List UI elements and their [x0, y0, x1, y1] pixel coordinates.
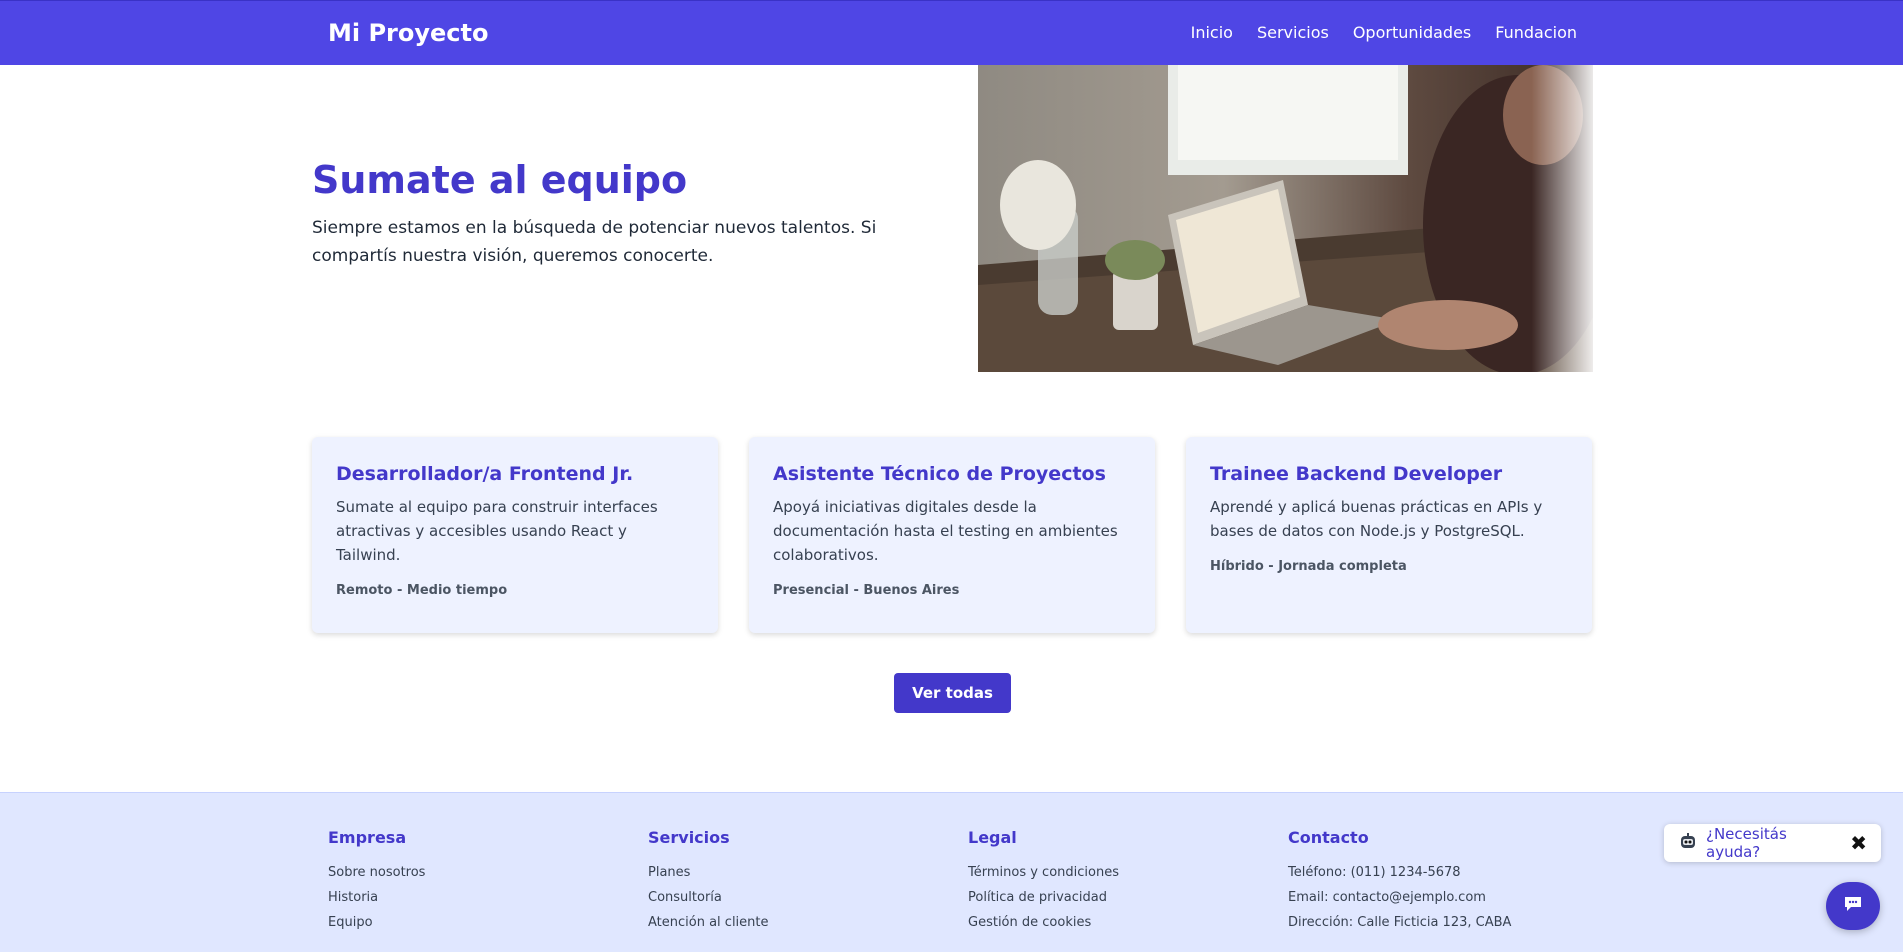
- job-meta: Remoto - Medio tiempo: [336, 583, 508, 598]
- site-footer: Empresa Sobre nosotros Historia Equipo S…: [0, 792, 1903, 952]
- brand-logo[interactable]: Mi Proyecto: [328, 19, 489, 47]
- job-title[interactable]: Asistente Técnico de Proyectos: [773, 463, 1131, 485]
- footer-column-legal: Legal Términos y condiciones Política de…: [968, 828, 1119, 940]
- job-title[interactable]: Desarrollador/a Frontend Jr.: [336, 463, 694, 485]
- footer-contact-item: Dirección: Calle Ficticia 123, CABA: [1288, 915, 1512, 930]
- close-icon[interactable]: ✖: [1850, 831, 1867, 855]
- footer-link[interactable]: Historia: [328, 890, 425, 905]
- footer-column-title: Servicios: [648, 828, 730, 847]
- chat-launcher-button[interactable]: [1826, 882, 1880, 930]
- help-tooltip[interactable]: ¿Necesitás ayuda? ✖: [1664, 824, 1881, 862]
- footer-link[interactable]: Términos y condiciones: [968, 865, 1119, 880]
- footer-link[interactable]: Política de privacidad: [968, 890, 1119, 905]
- job-card[interactable]: Desarrollador/a Frontend Jr. Sumate al e…: [312, 437, 718, 633]
- footer-link[interactable]: Consultoría: [648, 890, 769, 905]
- job-title[interactable]: Trainee Backend Developer: [1210, 463, 1568, 485]
- job-card[interactable]: Asistente Técnico de Proyectos Apoyá ini…: [749, 437, 1155, 633]
- chat-icon: [1843, 895, 1863, 917]
- top-navbar: Mi Proyecto Inicio Servicios Oportunidad…: [0, 0, 1903, 65]
- hero-image: [978, 65, 1593, 372]
- nav-link-fundacion[interactable]: Fundacion: [1495, 23, 1577, 42]
- nav-link-oportunidades[interactable]: Oportunidades: [1353, 23, 1471, 42]
- footer-column-contacto: Contacto Teléfono: (011) 1234-5678 Email…: [1288, 828, 1511, 940]
- job-meta: Híbrido - Jornada completa: [1210, 559, 1407, 574]
- job-description: Apoyá iniciativas digitales desde la doc…: [773, 498, 1118, 564]
- help-text: ¿Necesitás ayuda?: [1706, 825, 1787, 861]
- hero-description: Siempre estamos en la búsqueda de potenc…: [312, 218, 877, 266]
- nav-link-inicio[interactable]: Inicio: [1191, 23, 1233, 42]
- footer-link[interactable]: Gestión de cookies: [968, 915, 1119, 930]
- job-card[interactable]: Trainee Backend Developer Aprendé y apli…: [1186, 437, 1592, 633]
- footer-column-title: Contacto: [1288, 828, 1369, 847]
- footer-column-servicios: Servicios Planes Consultoría Atención al…: [648, 828, 769, 940]
- footer-column-title: Legal: [968, 828, 1017, 847]
- footer-link[interactable]: Atención al cliente: [648, 915, 769, 930]
- main-nav: Inicio Servicios Oportunidades Fundacion: [1191, 23, 1577, 42]
- nav-link-servicios[interactable]: Servicios: [1257, 23, 1329, 42]
- job-description: Sumate al equipo para construir interfac…: [336, 498, 658, 564]
- view-all-button[interactable]: Ver todas: [894, 673, 1011, 713]
- footer-column-title: Empresa: [328, 828, 407, 847]
- footer-link[interactable]: Sobre nosotros: [328, 865, 425, 880]
- footer-link[interactable]: Equipo: [328, 915, 425, 930]
- job-meta: Presencial - Buenos Aires: [773, 583, 960, 598]
- footer-contact-item[interactable]: Email: contacto@ejemplo.com: [1288, 890, 1511, 905]
- robot-face-icon: [1678, 831, 1698, 855]
- footer-link[interactable]: Planes: [648, 865, 769, 880]
- hero-title: Sumate al equipo: [312, 158, 688, 202]
- footer-column-empresa: Empresa Sobre nosotros Historia Equipo: [328, 828, 425, 940]
- job-description: Aprendé y aplicá buenas prácticas en API…: [1210, 498, 1543, 540]
- footer-contact-item: Teléfono: (011) 1234-5678: [1288, 865, 1461, 880]
